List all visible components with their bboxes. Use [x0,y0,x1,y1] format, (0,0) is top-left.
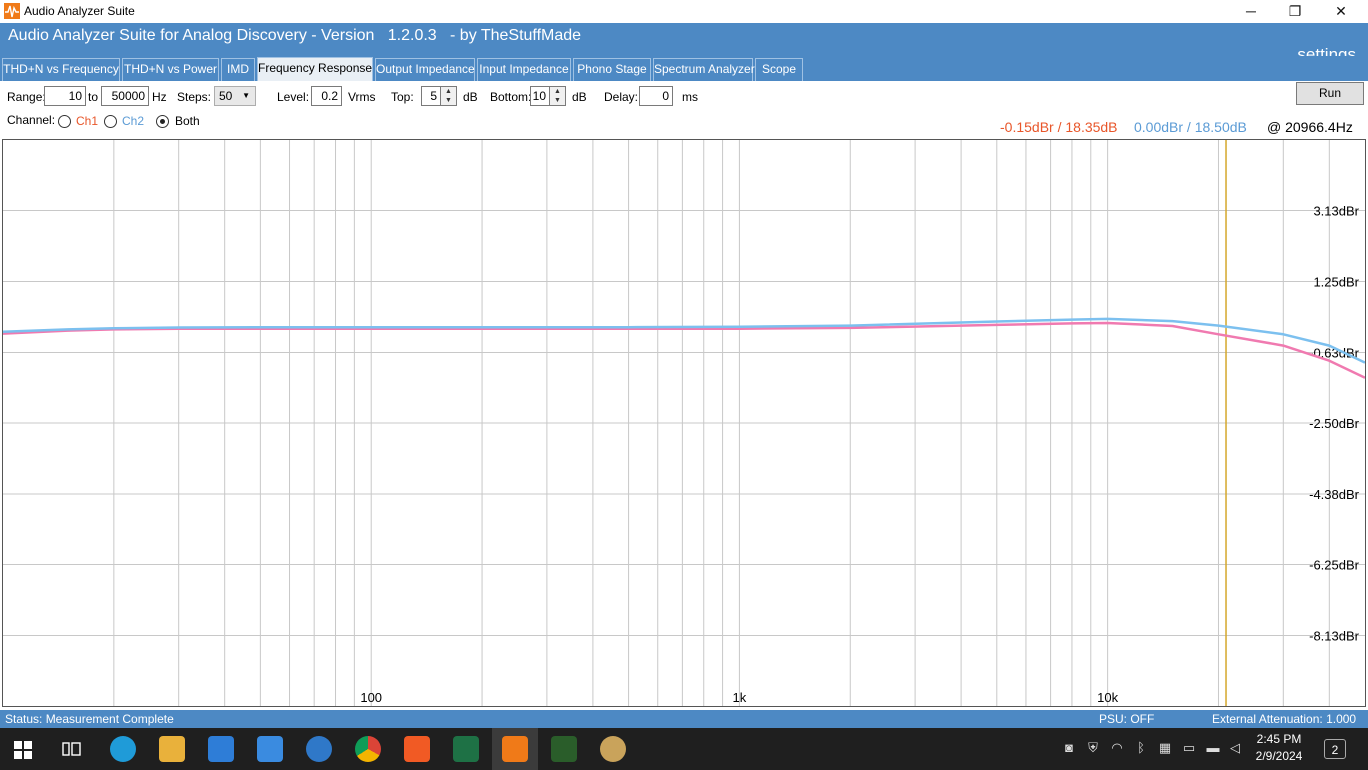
top-label: Top: [391,90,414,104]
run-button[interactable]: Run [1296,82,1364,105]
chevron-down-icon: ▼ [242,91,250,100]
window-title: Audio Analyzer Suite [24,4,135,18]
y-tick-label: -8.13dBr [1309,628,1360,643]
security-icon[interactable]: ⛨ [1086,740,1100,756]
to-label: to [88,90,99,104]
steps-value: 50 [219,89,233,103]
both-label: Both [175,114,200,128]
level-input[interactable]: 0.2 [311,86,342,106]
bottom-db-label: dB [572,90,587,104]
series-line-1 [3,321,1365,379]
bluetooth-icon[interactable]: ᛒ [1134,740,1148,756]
wifi-icon[interactable]: ◠ [1110,740,1124,756]
excel-icon[interactable] [453,736,479,762]
audio-analyzer-icon[interactable] [502,736,528,762]
status-text: Status: Measurement Complete [5,712,174,726]
ch1-radio[interactable] [58,115,71,128]
range-from-input[interactable]: 10 [44,86,86,106]
title-bar: Audio Analyzer Suite ─ ❐ ✕ [0,0,1368,23]
y-tick-label: 1.25dBr [1313,275,1359,290]
bottom-spinner[interactable]: ▲ ▼ [550,86,566,106]
steps-select[interactable]: 50 ▼ [214,86,256,106]
tab-frequency-response[interactable]: Frequency Response [257,57,373,81]
attenuation-status: External Attenuation: 1.000 [1212,712,1357,726]
top-spinner[interactable]: ▲ ▼ [441,86,457,106]
chart-canvas: 3.13dBr1.25dBr-0.63dBr-2.50dBr-4.38dBr-6… [3,140,1365,706]
tab-phono-stage[interactable]: Phono Stage [573,58,651,81]
clock[interactable]: 2:45 PM 2/9/2024 [1248,731,1310,765]
brave-icon[interactable] [404,736,430,762]
ch1-readout: -0.15dBr / 18.35dB [1000,119,1118,135]
steps-label: Steps: [177,90,212,104]
network-icon[interactable]: ▦ [1158,740,1172,756]
edge-icon[interactable] [110,736,136,762]
y-tick-label: -2.50dBr [1309,416,1360,431]
ch2-label: Ch2 [122,114,145,128]
tab-scope[interactable]: Scope [755,58,803,81]
x-tick-label: 1k [733,690,747,705]
hz-label: Hz [152,90,167,104]
x-tick-label: 100 [360,690,382,705]
bottom-label: Bottom: [490,90,532,104]
maximize-button[interactable]: ❐ [1272,0,1318,23]
both-radio[interactable] [156,115,169,128]
display-icon[interactable]: ▭ [1182,740,1196,756]
tab-imd[interactable]: IMD [221,58,255,81]
clock-time: 2:45 PM [1256,732,1302,746]
app-header: Audio Analyzer Suite for Analog Discover… [0,23,1368,144]
app-window: Audio Analyzer Suite ─ ❐ ✕ Audio Analyze… [0,0,1368,770]
w-app-icon[interactable] [551,736,577,762]
tab-spectrum-analyzer[interactable]: Spectrum Analyzer [653,58,755,81]
app-blue-icon[interactable] [306,736,332,762]
ch2-readout: 0.00dBr / 18.50dB [1134,119,1247,135]
frequency-response-chart[interactable]: 3.13dBr 1.25dBr -0.63dBr -2.50dBr -4.38dBr -6… [2,139,1366,707]
close-button[interactable]: ✕ [1318,0,1364,23]
range-to-input[interactable]: 50000 [101,86,149,106]
x-tick-label: 10k [1097,690,1118,705]
frequency-readout: @ 20966.4Hz [1267,119,1353,135]
psu-status: PSU: OFF [1099,712,1155,726]
app-icon [4,3,20,19]
ms-label: ms [682,90,698,104]
level-label: Level: [277,90,310,104]
tab-input-impedance[interactable]: Input Impedance [477,58,571,81]
ch1-label: Ch1 [76,114,99,128]
chrome-icon[interactable] [355,736,381,762]
range-label: Range: [7,90,46,104]
ch2-radio[interactable] [104,115,117,128]
store-icon[interactable] [208,736,234,762]
y-tick-label: -6.25dBr [1309,558,1360,573]
top-input[interactable]: 5 [421,86,441,106]
clock-date: 2/9/2024 [1255,749,1303,763]
paint-icon[interactable] [600,736,626,762]
taskbar: ◙ ⛨ ◠ ᛒ ▦ ▭ ▬ ◁ 2:45 PM 2/9/2024 2 [0,728,1368,770]
battery-icon[interactable]: ▬ [1206,740,1220,756]
tab-thdn-vs-frequency[interactable]: THD+N vs Frequency [2,58,120,81]
tab-bar: THD+N vs Frequency THD+N vs Power IMD Fr… [0,56,1368,81]
tab-output-impedance[interactable]: Output Impedance [375,58,475,81]
y-tick-label: -4.38dBr [1309,487,1360,502]
delay-label: Delay: [604,90,639,104]
top-db-label: dB [463,90,478,104]
volume-icon[interactable]: ◁ [1228,740,1242,756]
notification-icon[interactable]: 2 [1324,739,1346,759]
vrms-label: Vrms [348,90,376,104]
delay-input[interactable]: 0 [639,86,673,106]
file-explorer-icon[interactable] [159,736,185,762]
notification-count: 2 [1331,743,1339,757]
y-tick-label: 3.13dBr [1313,204,1359,219]
controls-panel: Range: 10 to 50000 Hz Steps: 50 ▼ Level:… [0,81,1368,139]
app-title: Audio Analyzer Suite for Analog Discover… [8,27,582,44]
minimize-button[interactable]: ─ [1228,0,1274,23]
bottom-input[interactable]: 10 [530,86,550,106]
tab-thdn-vs-power[interactable]: THD+N vs Power [122,58,219,81]
status-bar: Status: Measurement Complete PSU: OFF Ex… [0,710,1368,728]
task-view-icon[interactable] [62,740,82,758]
channel-label: Channel: [7,113,56,127]
mail-icon[interactable] [257,736,283,762]
tray-app-icon[interactable]: ◙ [1062,740,1076,756]
start-icon[interactable] [14,741,32,759]
